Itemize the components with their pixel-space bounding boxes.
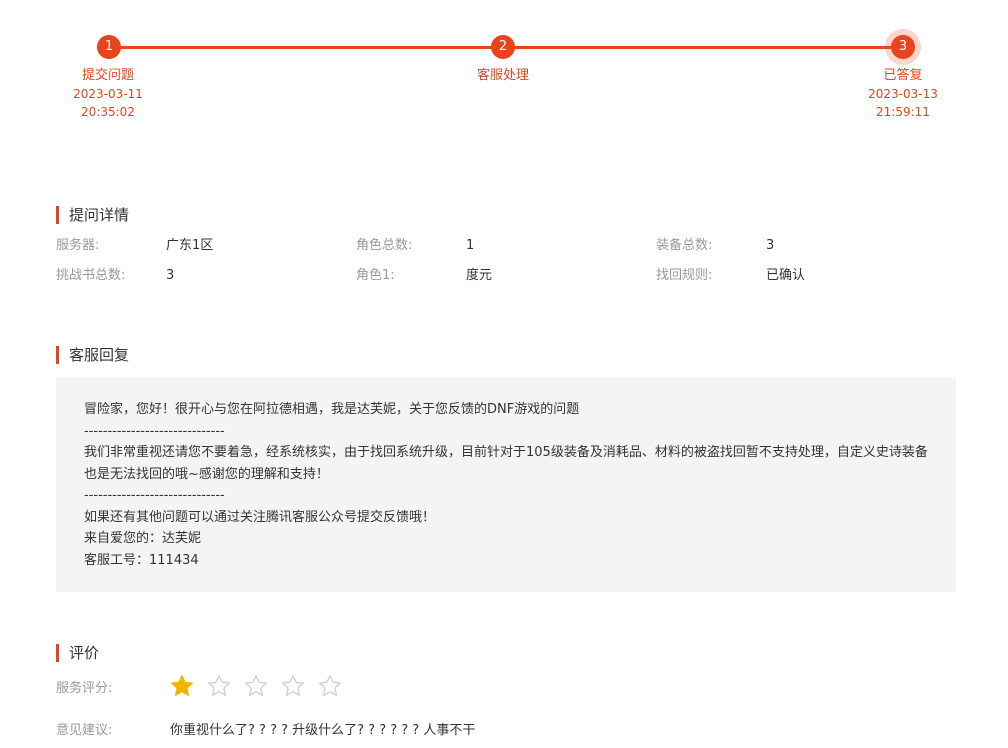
progress-line-1 (109, 46, 503, 49)
step-3-info: 已答复 2023-03-13 21:59:11 (833, 67, 973, 121)
step-1-time: 20:35:02 (81, 105, 135, 119)
reply-line-body: 我们非常重视还请您不要着急，经系统核实，由于找回系统升级，目前针对于105级装备… (84, 445, 928, 482)
suggestion-row: 意见建议: 你重视什么了? ? ? ? 升级什么了? ? ? ? ? ? 人事不… (56, 716, 956, 738)
step-2-label: 客服处理 (476, 68, 529, 83)
details-section-title: 提问详情 (56, 206, 129, 224)
reply-line-staff-id: 客服工号：111434 (84, 552, 199, 568)
progress-steps: 1 2 3 提交问题 2023-03-11 20:35:02 客服处理 已答复 … (0, 0, 1008, 140)
step-3-dot: 3 (891, 35, 915, 59)
suggestion-label: 意见建议: (56, 723, 113, 738)
reply-line-greeting: 冒险家，您好！很开心与您在阿拉德相遇，我是达芙妮，关于您反馈的DNF游戏的问题 (84, 402, 580, 417)
reply-line-divider: ------------------------------ (84, 423, 225, 439)
details-row: 挑战书总数: 3 角色1: 度元 找回规则: 已确认 (56, 266, 956, 296)
reply-box: 冒险家，您好！很开心与您在阿拉德相遇，我是达芙妮，关于您反馈的DNF游戏的问题 … (56, 377, 956, 592)
service-score-row: 服务评分: (56, 674, 956, 700)
reply-line-divider: ------------------------------ (84, 488, 225, 503)
details-row: 服务器: 广东1区 角色总数: 1 装备总数: 3 (56, 236, 956, 266)
detail-value: 3 (166, 268, 175, 283)
step-3-time: 21:59:11 (876, 105, 930, 119)
reply-line-signature: 来自爱您的：达芙妮 (84, 531, 202, 546)
reply-line-contact: 如果还有其他问题可以通过关注腾讯客服公众号提交反馈哦！ (84, 509, 436, 525)
service-score-label: 服务评分: (56, 681, 113, 696)
step-3-date: 2023-03-13 (868, 87, 938, 101)
step-2-info: 客服处理 (433, 67, 573, 85)
suggestion-text: 你重视什么了? ? ? ? 升级什么了? ? ? ? ? ? 人事不干 (170, 723, 476, 738)
detail-value: 度元 (466, 268, 493, 283)
star-rating[interactable] (170, 674, 355, 700)
star-filled-icon[interactable] (170, 674, 194, 698)
step-1-dot: 1 (97, 35, 121, 59)
reply-section-title: 客服回复 (56, 346, 129, 364)
detail-key: 装备总数: (656, 238, 713, 253)
detail-key: 服务器: (56, 238, 100, 253)
detail-value: 1 (466, 238, 475, 253)
star-empty-icon[interactable] (207, 674, 231, 698)
detail-value: 广东1区 (166, 238, 214, 253)
detail-key: 找回规则: (656, 268, 713, 283)
detail-value: 已确认 (766, 268, 806, 283)
step-1-label: 提交问题 (81, 68, 134, 83)
step-1-info: 提交问题 2023-03-11 20:35:02 (38, 67, 178, 121)
detail-key: 挑战书总数: (56, 268, 126, 283)
progress-line-2 (503, 46, 903, 49)
step-1-date: 2023-03-11 (73, 87, 143, 101)
star-empty-icon[interactable] (318, 674, 342, 698)
step-3-label: 已答复 (883, 68, 923, 83)
step-2-dot: 2 (491, 35, 515, 59)
detail-value: 3 (766, 238, 775, 253)
rating-section-title: 评价 (56, 644, 99, 662)
star-empty-icon[interactable] (244, 674, 268, 698)
star-empty-icon[interactable] (281, 674, 305, 698)
detail-key: 角色1: (356, 268, 395, 283)
details-grid: 服务器: 广东1区 角色总数: 1 装备总数: 3 挑战书总数: 3 角色1: … (56, 236, 956, 296)
detail-key: 角色总数: (356, 238, 413, 253)
